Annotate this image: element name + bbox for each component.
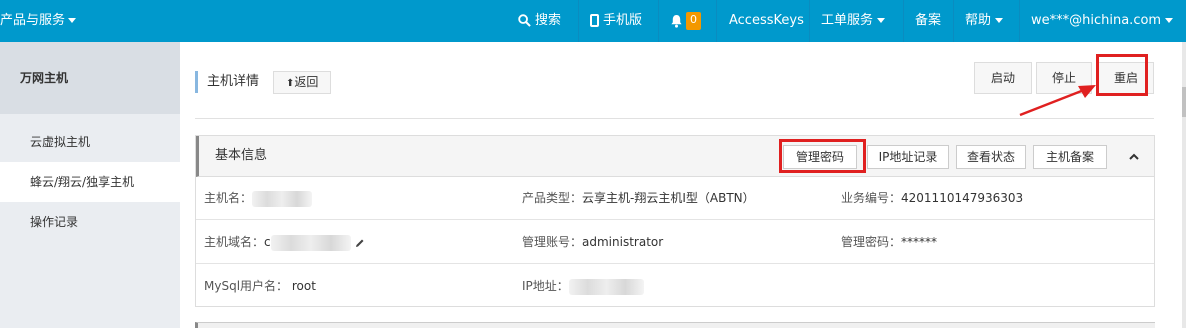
admin-password-label: 管理密码：	[841, 235, 902, 249]
admin-password-cell: 管理密码：******	[841, 221, 937, 264]
info-row: MySql用户名： root IP地址：	[196, 265, 1154, 308]
host-domain-label: 主机域名：	[204, 235, 265, 249]
admin-password-value: ******	[901, 235, 938, 249]
sidebar-item-operation-log[interactable]: 操作记录	[0, 202, 180, 242]
user-account-menu[interactable]: we***@hichina.com	[1021, 0, 1183, 42]
back-label: 返回	[294, 75, 319, 89]
caret-down-icon	[877, 18, 886, 23]
beian-link[interactable]: 备案	[905, 0, 951, 42]
manage-password-highlight-box	[779, 139, 866, 173]
notification-count-badge: 0	[686, 11, 701, 30]
title-divider	[195, 118, 1154, 119]
caret-down-icon	[1165, 18, 1174, 23]
sidebar-item-virtual-host[interactable]: 云虚拟主机	[0, 122, 180, 162]
sidebar-item-label: 蜂云/翔云/独享主机	[30, 175, 135, 189]
sidebar-header: 万网主机	[0, 42, 180, 114]
accesskeys-label: AccessKeys	[729, 13, 804, 28]
help-label: 帮助	[965, 13, 992, 28]
next-panel-header	[195, 322, 1155, 328]
admin-account-value: administrator	[582, 235, 664, 249]
view-status-button[interactable]: 查看状态	[956, 145, 1026, 169]
sidebar: 万网主机 云虚拟主机 蜂云/翔云/独享主机 操作记录	[0, 42, 180, 328]
basic-info-panel: 基本信息 管理密码 IP地址记录 查看状态 主机备案 主机名： 产品类型：云享主…	[195, 135, 1155, 307]
ticket-service-label: 工单服务	[821, 13, 874, 28]
product-type-label: 产品类型：	[522, 191, 583, 205]
mobile-phone-icon	[590, 14, 599, 27]
host-domain-cell: 主机域名：c	[204, 221, 365, 264]
restart-highlight-box	[1096, 54, 1148, 96]
host-domain-value: c	[264, 235, 271, 249]
top-navbar: 产品与服务 搜索 手机版 0 AccessKeys 工单服务 备案 帮助 we*…	[0, 0, 1186, 42]
bell-icon	[671, 14, 682, 28]
ip-records-button[interactable]: IP地址记录	[867, 145, 949, 169]
sidebar-item-dedicated-host[interactable]: 蜂云/翔云/独享主机	[0, 162, 180, 202]
ticket-service-menu[interactable]: 工单服务	[811, 0, 895, 42]
scrollbar-thumb[interactable]	[1182, 87, 1186, 117]
mysql-user-value: root	[291, 279, 316, 293]
page-title: 主机详情	[195, 71, 259, 93]
back-button[interactable]: ⬆返回	[273, 71, 332, 94]
redacted-value	[252, 190, 313, 207]
product-type-cell: 产品类型：云享主机-翔云主机I型（ABTN）	[522, 177, 755, 220]
host-beian-label: 主机备案	[1045, 150, 1094, 164]
info-row: 主机名： 产品类型：云享主机-翔云主机I型（ABTN） 业务编号：4201110…	[196, 177, 1154, 220]
business-id-cell: 业务编号：4201110147936303	[841, 177, 1023, 220]
business-id-value: 4201110147936303	[901, 191, 1024, 205]
accesskeys-link[interactable]: AccessKeys	[719, 0, 814, 42]
host-name-cell: 主机名：	[204, 177, 313, 220]
panel-title: 基本信息	[215, 148, 268, 163]
sidebar-item-label: 操作记录	[30, 215, 79, 229]
product-type-value: 云享主机-翔云主机I型（ABTN）	[582, 191, 755, 205]
caret-down-icon	[995, 18, 1004, 23]
scrollbar[interactable]	[1182, 42, 1186, 328]
pencil-edit-icon[interactable]	[355, 238, 365, 248]
ip-address-label: IP地址：	[522, 279, 569, 293]
view-status-label: 查看状态	[966, 150, 1015, 164]
host-beian-button[interactable]: 主机备案	[1033, 145, 1107, 169]
help-menu[interactable]: 帮助	[955, 0, 1013, 42]
info-row: 主机域名：c 管理账号：administrator 管理密码：******	[196, 221, 1154, 264]
sidebar-item-label: 云虚拟主机	[30, 135, 91, 149]
redacted-value	[568, 278, 644, 295]
business-id-label: 业务编号：	[841, 191, 902, 205]
search-label: 搜索	[535, 13, 562, 28]
search-button[interactable]: 搜索	[508, 0, 571, 42]
host-name-label: 主机名：	[204, 191, 253, 205]
mysql-user-label: MySql用户名：	[204, 279, 289, 293]
beian-label: 备案	[915, 13, 942, 28]
admin-account-cell: 管理账号：administrator	[522, 221, 663, 264]
products-services-menu[interactable]: 产品与服务	[0, 0, 77, 42]
products-services-label: 产品与服务	[0, 13, 66, 28]
start-label: 启动	[990, 71, 1015, 85]
redacted-value	[270, 234, 351, 251]
mobile-label: 手机版	[603, 13, 643, 28]
search-icon	[518, 14, 531, 27]
caret-down-icon	[68, 18, 77, 23]
chevron-up-icon[interactable]	[1122, 145, 1146, 169]
ip-address-cell: IP地址：	[522, 265, 644, 308]
notifications-button[interactable]: 0	[660, 0, 711, 42]
panel-header: 基本信息 管理密码 IP地址记录 查看状态 主机备案	[196, 136, 1154, 177]
annotation-arrow-icon	[1019, 85, 1096, 117]
admin-account-label: 管理账号：	[522, 235, 583, 249]
mobile-version-link[interactable]: 手机版	[580, 0, 652, 42]
ip-records-label: IP地址记录	[878, 150, 938, 164]
mysql-user-cell: MySql用户名： root	[204, 265, 316, 308]
user-email-label: we***@hichina.com	[1031, 13, 1162, 28]
